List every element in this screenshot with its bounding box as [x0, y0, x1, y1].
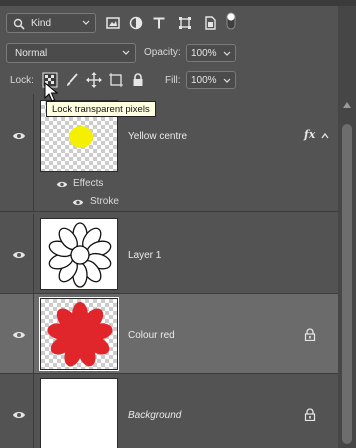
blend-mode-value: Normal: [15, 48, 48, 59]
layer-thumbnail: [39, 297, 119, 371]
fill-value: 100%: [191, 75, 217, 86]
type-filter-icon[interactable]: [152, 16, 166, 30]
layer-name: Background: [128, 410, 182, 421]
layer-thumbnail: [40, 378, 118, 448]
layer-name: Colour red: [128, 330, 175, 341]
blend-mode-dropdown[interactable]: Normal: [6, 43, 136, 63]
visibility-column: [0, 294, 34, 373]
blend-row: Normal Opacity: 100%: [0, 40, 338, 66]
fx-badge[interactable]: fx: [304, 128, 315, 141]
eye-icon[interactable]: [12, 250, 26, 260]
search-icon: [13, 18, 25, 30]
eye-icon[interactable]: [12, 410, 26, 420]
opacity-value: 100%: [191, 48, 217, 59]
smart-object-filter-icon[interactable]: [203, 16, 217, 30]
scrollbar-top-area: [338, 6, 356, 94]
effect-stroke-label: Stroke: [90, 196, 119, 207]
visibility-column: [0, 214, 34, 293]
lock-image-pixels-icon[interactable]: [64, 72, 80, 88]
chevron-down-icon: [223, 51, 231, 56]
opacity-label: Opacity:: [144, 47, 181, 58]
eye-icon[interactable]: [12, 330, 26, 340]
eye-icon[interactable]: [56, 180, 68, 189]
fill-field[interactable]: 100%: [186, 71, 236, 89]
layer-name: Layer 1: [128, 250, 162, 261]
effects-label: Effects: [73, 178, 104, 189]
opacity-field[interactable]: 100%: [186, 44, 236, 62]
lock-icon: [304, 408, 316, 421]
filter-row: Kind: [0, 6, 338, 40]
tooltip: Lock transparent pixels: [46, 101, 156, 117]
visibility-column: [0, 374, 34, 448]
lock-icon: [304, 328, 316, 341]
visibility-column: [0, 94, 34, 211]
layer-row-layer-1[interactable]: Layer 1: [0, 214, 338, 294]
filter-kind-label: Kind: [31, 18, 52, 29]
chevron-down-icon: [122, 50, 130, 55]
effects-row[interactable]: Effects: [34, 176, 334, 194]
scroll-up-arrow-icon[interactable]: [341, 100, 353, 110]
eye-icon[interactable]: [72, 198, 84, 207]
layer-row-background[interactable]: Background: [0, 374, 338, 448]
layers-scrollbar[interactable]: [338, 94, 356, 448]
chevron-down-icon: [223, 78, 231, 83]
layer-thumbnail: [40, 218, 118, 290]
shape-filter-icon[interactable]: [178, 16, 192, 30]
fill-label: Fill:: [165, 75, 181, 86]
layer-name: Yellow centre: [128, 131, 188, 142]
chevron-up-icon[interactable]: [320, 132, 330, 140]
eye-icon[interactable]: [12, 131, 26, 141]
lock-label: Lock:: [10, 75, 34, 86]
scrollbar-thumb[interactable]: [342, 124, 352, 444]
red-flower-shape: [47, 302, 113, 367]
layers-list: Yellow centre fx Effects Stroke Layer 1 …: [0, 94, 338, 448]
adjustment-filter-icon[interactable]: [129, 16, 143, 30]
effect-stroke-row[interactable]: Stroke: [34, 194, 334, 212]
flower-outline-shape: [48, 222, 112, 288]
prevent-artboard-nesting-icon[interactable]: [108, 72, 124, 88]
cursor-arrow-icon: [44, 82, 58, 102]
filter-kind-dropdown[interactable]: Kind: [6, 13, 96, 33]
chevron-down-icon: [82, 20, 90, 25]
image-filter-icon[interactable]: [106, 16, 120, 30]
layer-row-colour-red[interactable]: Colour red: [0, 294, 338, 374]
lock-position-icon[interactable]: [86, 72, 102, 88]
filter-toggle-icon[interactable]: [226, 12, 236, 30]
lock-all-icon[interactable]: [130, 72, 146, 88]
